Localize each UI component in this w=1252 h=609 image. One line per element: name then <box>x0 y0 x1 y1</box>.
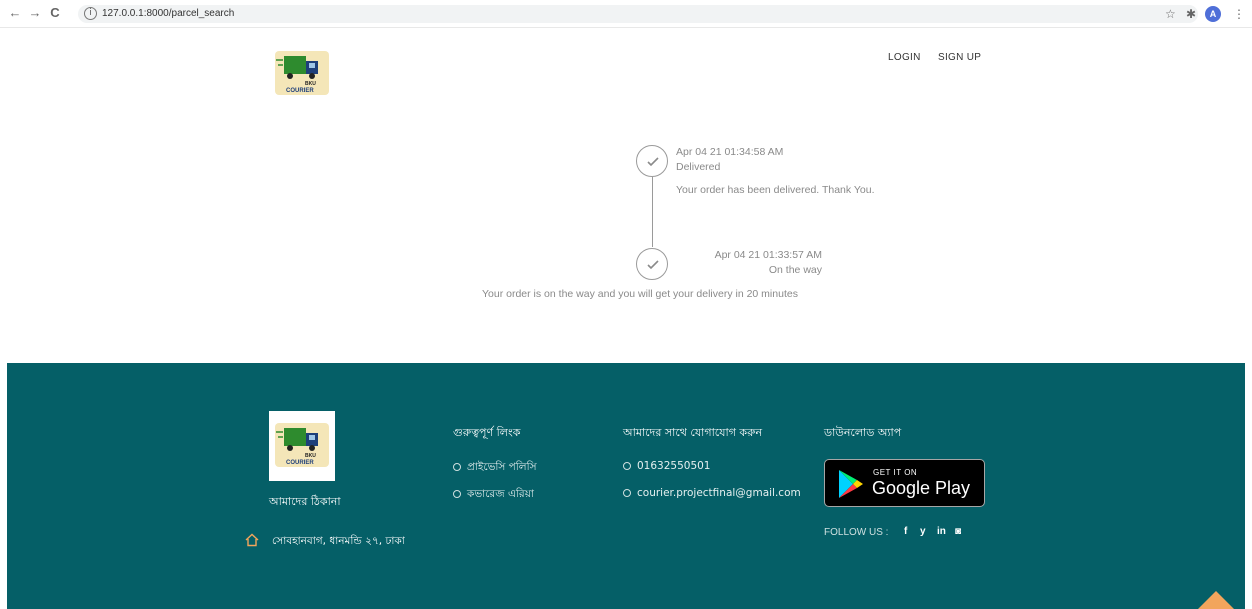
back-icon[interactable]: ← <box>8 6 22 20</box>
logo-bottom-text: COURIER <box>286 460 314 466</box>
home-icon <box>245 533 259 547</box>
site-logo[interactable]: BKU COURIER <box>272 48 332 98</box>
address-heading: আমাদের ঠিকানা <box>269 495 341 508</box>
bookmark-star-icon[interactable]: ☆ <box>1165 7 1176 21</box>
url-text: 127.0.0.1:8000/parcel_search <box>102 8 235 19</box>
browser-toolbar: ← → C i 127.0.0.1:8000/parcel_search ☆ ✱… <box>0 0 1252 28</box>
timeline-message: Your order has been delivered. Thank You… <box>676 184 875 196</box>
links-heading: গুরুত্বপূর্ণ লিংক <box>453 426 521 439</box>
signup-link[interactable]: SIGN UP <box>938 52 981 63</box>
site-info-icon[interactable]: i <box>84 7 97 20</box>
check-icon <box>647 260 659 270</box>
download-heading: ডাউনলোড অ্যাপ <box>824 426 902 439</box>
timeline-datetime: Apr 04 21 01:34:58 AM <box>676 146 784 158</box>
phone-link[interactable]: 01632550501 <box>623 460 711 472</box>
logo-bottom-text: COURIER <box>286 88 314 94</box>
check-icon <box>647 157 659 167</box>
forward-icon[interactable]: → <box>28 6 42 20</box>
truck-logo-icon: BKU COURIER <box>275 423 329 467</box>
privacy-policy-link[interactable]: প্রাইভেসি পলিসি <box>453 460 537 477</box>
link-label: কভারেজ এরিয়া <box>467 488 534 500</box>
coverage-area-link[interactable]: কভারেজ এরিয়া <box>453 487 534 504</box>
facebook-icon[interactable]: f <box>904 526 907 537</box>
link-bullet-icon <box>453 490 461 498</box>
youtube-icon[interactable]: ◙ <box>955 526 961 537</box>
site-footer: BKU COURIER আমাদের ঠিকানা সোবহানবাগ, ধান… <box>7 363 1245 609</box>
google-play-icon <box>839 470 863 498</box>
twitter-icon[interactable]: y <box>920 526 926 537</box>
timeline-status: Delivered <box>676 161 721 173</box>
phone-text: 01632550501 <box>637 460 711 472</box>
timeline-node-on-the-way <box>636 248 668 280</box>
timeline-datetime: Apr 04 21 01:33:57 AM <box>714 249 822 261</box>
link-bullet-icon <box>623 489 631 497</box>
extensions-icon[interactable]: ✱ <box>1186 7 1196 21</box>
footer-logo[interactable]: BKU COURIER <box>269 411 335 481</box>
browser-menu-icon[interactable]: ⋮ <box>1233 7 1245 21</box>
store-small-text: GET IT ON <box>873 468 918 477</box>
linkedin-icon[interactable]: in <box>937 526 946 537</box>
timeline-line <box>652 177 653 247</box>
address-text: সোবহানবাগ, ধানমন্ডি ২৭, ঢাকা <box>272 535 405 547</box>
contact-heading: আমাদের সাথে যোগাযোগ করুন <box>623 426 763 439</box>
timeline-message: Your order is on the way and you will ge… <box>482 288 798 300</box>
truck-logo-icon: BKU COURIER <box>275 51 329 95</box>
timeline-node-delivered <box>636 145 668 177</box>
address-bar[interactable]: i 127.0.0.1:8000/parcel_search <box>78 5 1198 23</box>
login-link[interactable]: LOGIN <box>888 52 921 63</box>
link-bullet-icon <box>623 462 631 470</box>
reload-icon[interactable]: C <box>48 6 62 20</box>
link-label: প্রাইভেসি পলিসি <box>467 461 537 473</box>
email-text: courier.projectfinal@gmail.com <box>637 487 801 499</box>
google-play-button[interactable]: GET IT ON Google Play <box>824 459 985 507</box>
timeline-status: On the way <box>768 264 822 276</box>
profile-avatar[interactable]: A <box>1205 6 1221 22</box>
email-link[interactable]: courier.projectfinal@gmail.com <box>623 487 801 499</box>
scroll-to-top-button[interactable] <box>1198 591 1234 609</box>
logo-top-text: BKU <box>305 81 316 87</box>
follow-us-label: FOLLOW US : <box>824 527 889 538</box>
store-big-text: Google Play <box>872 478 971 498</box>
link-bullet-icon <box>453 463 461 471</box>
logo-top-text: BKU <box>305 453 316 459</box>
